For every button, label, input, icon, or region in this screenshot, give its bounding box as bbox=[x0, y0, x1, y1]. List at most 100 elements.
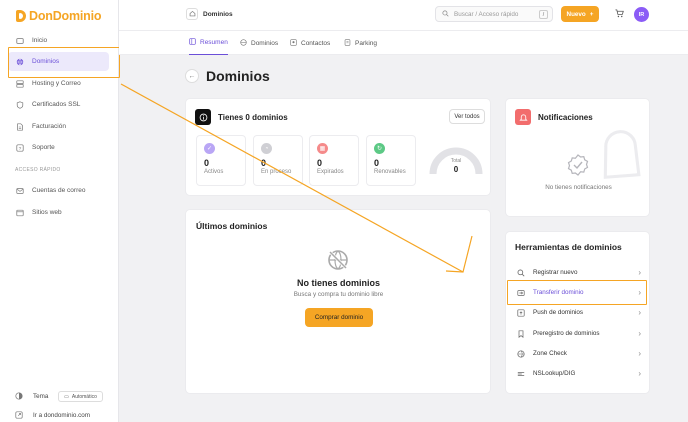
server-icon bbox=[16, 79, 24, 88]
stat-value: 0 bbox=[261, 158, 267, 168]
home-button[interactable] bbox=[186, 8, 198, 20]
logo[interactable]: DonDominio bbox=[16, 9, 101, 23]
page-title: Dominios bbox=[206, 68, 270, 84]
tool-label: NSLookup/DIG bbox=[533, 370, 576, 377]
stat-label: Expirados bbox=[317, 169, 344, 175]
stat-en-proceso[interactable]: ◔ 0 En proceso bbox=[253, 135, 303, 186]
no-domain-icon bbox=[328, 250, 348, 270]
clock-icon: ◔ bbox=[261, 143, 272, 154]
push-icon bbox=[517, 308, 525, 317]
tool-nslookup[interactable]: NSLookup/DIG › bbox=[514, 364, 644, 383]
sidebar-item-label: Certificados SSL bbox=[32, 101, 81, 108]
monitor-icon: ▭ bbox=[64, 393, 69, 400]
stat-activos[interactable]: ✓ 0 Activos bbox=[196, 135, 246, 186]
theme-label: Tema bbox=[33, 392, 49, 400]
site-link-label: Ir a dondominio.com bbox=[33, 411, 91, 419]
bookmark-icon bbox=[517, 329, 525, 338]
sidebar-item-label: Facturación bbox=[32, 123, 66, 130]
zone-icon bbox=[517, 349, 525, 358]
tool-label: Preregistro de dominios bbox=[533, 330, 600, 337]
back-button[interactable]: ← bbox=[185, 69, 199, 83]
buy-domain-button[interactable]: Comprar dominio bbox=[305, 308, 373, 327]
chevron-right-icon: › bbox=[638, 308, 641, 317]
chevron-right-icon: › bbox=[638, 349, 641, 358]
topbar: Dominios Buscar / Acceso rápido / Nuevo … bbox=[119, 0, 688, 31]
sidebar-item-label: Sitios web bbox=[32, 209, 62, 216]
tab-label: Dominios bbox=[251, 39, 279, 47]
avatar[interactable]: IR bbox=[634, 7, 649, 22]
arrow-left-icon: ← bbox=[188, 72, 196, 80]
summary-icon bbox=[189, 38, 196, 47]
logo-text: DonDominio bbox=[29, 9, 102, 23]
stat-value: 0 bbox=[317, 158, 323, 168]
sidebar-item-soporte[interactable]: ? Soporte bbox=[8, 138, 109, 157]
tool-push[interactable]: Push de dominios › bbox=[514, 303, 644, 322]
tool-zone-check[interactable]: Zone Check › bbox=[514, 344, 644, 363]
sidebar-item-sitios[interactable]: Sitios web bbox=[8, 203, 109, 222]
stat-renovables[interactable]: ↻ 0 Renovables bbox=[366, 135, 416, 186]
external-link-icon bbox=[15, 411, 23, 419]
tab-contactos[interactable]: Contactos bbox=[290, 31, 330, 55]
new-button[interactable]: Nuevo + bbox=[561, 6, 599, 22]
tool-preregistro[interactable]: Preregistro de dominios › bbox=[514, 324, 644, 343]
gauge-value: 0 bbox=[453, 165, 459, 174]
tab-label: Resumen bbox=[200, 39, 228, 46]
stat-label: Activos bbox=[204, 169, 224, 175]
cart-icon[interactable] bbox=[615, 9, 624, 20]
breadcrumb: Dominios bbox=[203, 11, 233, 18]
tab-label: Contactos bbox=[301, 39, 331, 47]
notifications-card: Notificaciones No tienes notificaciones bbox=[505, 98, 650, 217]
latest-title: Últimos dominios bbox=[196, 221, 268, 231]
mail-icon bbox=[16, 187, 24, 195]
home-icon bbox=[16, 37, 24, 45]
help-icon: ? bbox=[16, 143, 24, 152]
calendar-icon: ▦ bbox=[317, 143, 328, 154]
domain-tools-card: Herramientas de dominios Registrar nuevo… bbox=[505, 231, 650, 394]
gauge-label: Total bbox=[450, 158, 462, 164]
document-icon bbox=[16, 122, 24, 131]
bell-icon bbox=[515, 109, 531, 125]
window-icon bbox=[16, 209, 24, 217]
home-icon bbox=[189, 10, 196, 19]
sidebar-item-label: Cuentas de correo bbox=[32, 187, 86, 194]
site-link[interactable]: Ir a dondominio.com bbox=[15, 411, 90, 419]
tab-parking[interactable]: Parking bbox=[344, 31, 377, 55]
contacts-icon bbox=[290, 38, 297, 48]
tool-label: Push de dominios bbox=[533, 309, 584, 316]
logo-icon bbox=[16, 10, 26, 22]
stat-value: 0 bbox=[204, 158, 210, 168]
sidebar-item-facturacion[interactable]: Facturación bbox=[8, 117, 109, 136]
lookup-icon bbox=[517, 370, 525, 378]
stat-label: En proceso bbox=[261, 169, 292, 175]
theme-icon bbox=[15, 392, 23, 400]
search-input[interactable]: Buscar / Acceso rápido / bbox=[435, 6, 553, 22]
new-button-label: Nuevo bbox=[566, 10, 586, 18]
latest-domains-card: Últimos dominios No tienes dominios Busc… bbox=[185, 209, 491, 394]
theme-row: Tema bbox=[15, 392, 48, 400]
theme-value: Automático bbox=[71, 393, 97, 400]
view-all-button[interactable]: Ver todos bbox=[449, 109, 485, 124]
stat-label: Renovables bbox=[374, 169, 406, 175]
sidebar-item-ssl[interactable]: Certificados SSL bbox=[8, 95, 109, 114]
chevron-right-icon: › bbox=[638, 369, 641, 378]
sidebar-item-correo[interactable]: Cuentas de correo bbox=[8, 181, 109, 200]
chevron-right-icon: › bbox=[638, 268, 641, 277]
theme-select[interactable]: ▭ Automático bbox=[58, 391, 103, 402]
empty-subtitle: Busca y compra tu dominio libre bbox=[293, 291, 384, 298]
check-icon: ✓ bbox=[204, 143, 215, 154]
notifications-title: Notificaciones bbox=[538, 113, 593, 122]
search-placeholder: Buscar / Acceso rápido bbox=[454, 10, 519, 18]
quick-access-label: ACCESO RÁPIDO bbox=[15, 167, 61, 173]
search-icon bbox=[517, 269, 525, 277]
renew-icon: ↻ bbox=[374, 143, 385, 154]
search-icon bbox=[442, 9, 449, 19]
summary-title: Tienes 0 dominios bbox=[218, 113, 288, 122]
stat-value: 0 bbox=[374, 158, 380, 168]
shield-icon bbox=[16, 100, 24, 109]
chevron-right-icon: › bbox=[638, 329, 641, 338]
tab-dominios[interactable]: Dominios bbox=[240, 31, 278, 55]
sidebar-item-label: Hosting y Correo bbox=[32, 80, 81, 87]
tools-title: Herramientas de dominios bbox=[515, 242, 622, 252]
stat-expirados[interactable]: ▦ 0 Expirados bbox=[309, 135, 359, 186]
tab-resumen[interactable]: Resumen bbox=[189, 31, 228, 55]
